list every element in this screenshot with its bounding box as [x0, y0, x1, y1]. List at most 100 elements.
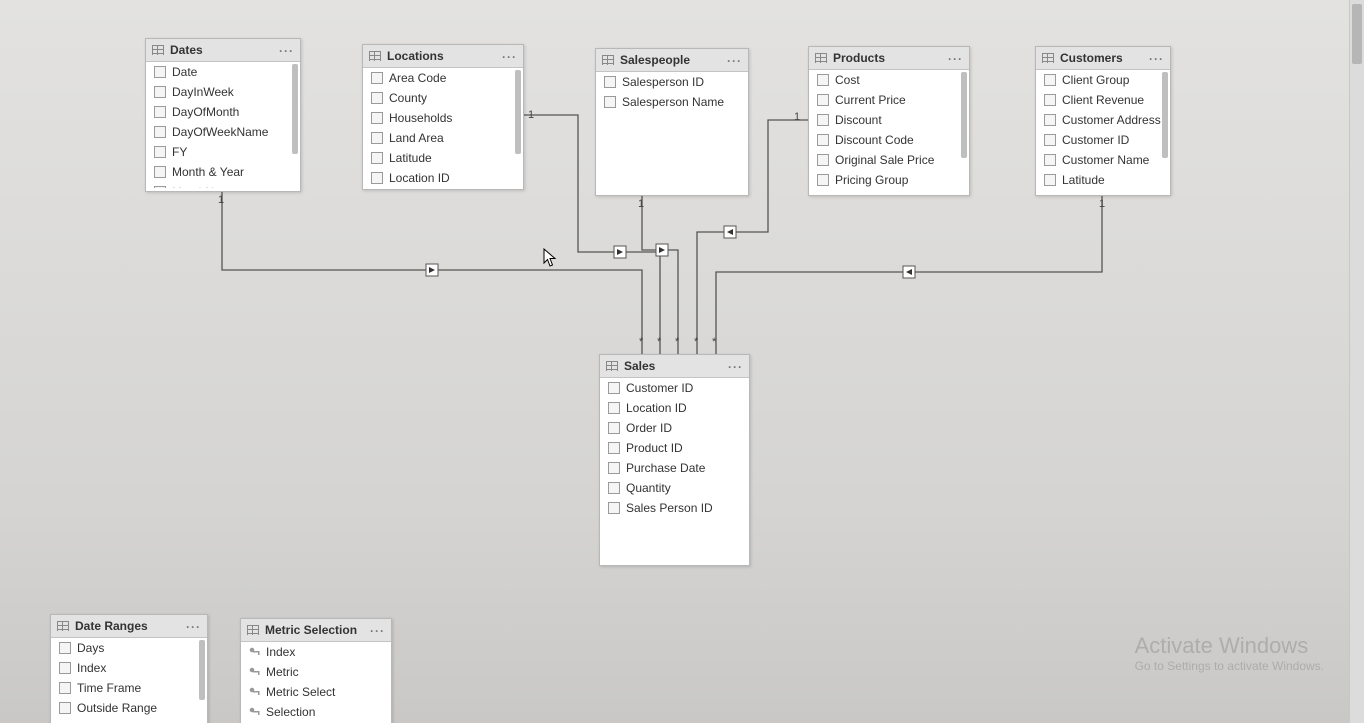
- column-icon: [1044, 154, 1056, 166]
- table-title: Customers: [1060, 51, 1123, 65]
- field-row[interactable]: Customer ID: [1036, 130, 1170, 150]
- table-header[interactable]: Dates···: [146, 39, 300, 62]
- table-locations[interactable]: Locations···Area Code County HouseholdsLan…: [362, 44, 524, 190]
- field-row[interactable]: Pricing Group: [809, 170, 969, 190]
- column-icon: [154, 146, 166, 158]
- table-header[interactable]: Metric Selection···: [241, 619, 391, 642]
- field-row[interactable]: Location ID: [600, 398, 749, 418]
- field-row[interactable]: Month & Year: [146, 162, 300, 182]
- column-icon: [371, 172, 383, 184]
- table-icon: [815, 53, 827, 63]
- field-row[interactable]: Metric Select: [241, 682, 391, 702]
- field-row[interactable]: DayOfMonth: [146, 102, 300, 122]
- table-menu-button[interactable]: ···: [727, 54, 742, 68]
- field-row[interactable]: DayInWeek: [146, 82, 300, 102]
- field-name: Location ID: [626, 401, 687, 415]
- field-row[interactable]: Customer ID: [600, 378, 749, 398]
- field-name: County: [389, 91, 427, 105]
- column-icon: [608, 382, 620, 394]
- field-row[interactable]: Customer Address: [1036, 110, 1170, 130]
- key-icon: [249, 687, 260, 698]
- field-row[interactable]: DayOfWeekName: [146, 122, 300, 142]
- table-header[interactable]: Salespeople···: [596, 49, 748, 72]
- table-title: Date Ranges: [75, 619, 148, 633]
- field-row[interactable]: Original Sale Price: [809, 150, 969, 170]
- model-canvas[interactable]: { "watermark": {"line1":"Activate Window…: [0, 0, 1364, 723]
- field-row[interactable]: MonthName: [146, 182, 300, 188]
- field-row[interactable]: Location ID: [363, 168, 523, 186]
- field-row[interactable]: Client Revenue: [1036, 90, 1170, 110]
- field-row[interactable]: Area Code: [363, 68, 523, 88]
- scrollbar-thumb[interactable]: [1352, 4, 1362, 64]
- table-menu-button[interactable]: ···: [728, 360, 743, 374]
- field-row[interactable]: Metric: [241, 662, 391, 682]
- field-row[interactable]: Days: [51, 638, 207, 658]
- list-scrollbar[interactable]: [515, 70, 521, 154]
- column-icon: [59, 662, 71, 674]
- table-header[interactable]: Sales···: [600, 355, 749, 378]
- table-header[interactable]: Date Ranges ···: [51, 615, 207, 638]
- table-menu-button[interactable]: ···: [1149, 52, 1164, 66]
- table-dateranges[interactable]: Date Ranges ··· DaysIndexTime FrameOutside…: [50, 614, 208, 723]
- table-header[interactable]: Customers ···: [1036, 47, 1170, 70]
- field-row[interactable]: Date: [146, 62, 300, 82]
- field-row[interactable]: Households: [363, 108, 523, 128]
- field-row[interactable]: Selection: [241, 702, 391, 722]
- field-row[interactable]: Order ID: [600, 418, 749, 438]
- column-icon: [154, 166, 166, 178]
- field-row[interactable]: Discount: [809, 110, 969, 130]
- column-icon: [817, 94, 829, 106]
- column-icon: [154, 106, 166, 118]
- table-header[interactable]: Locations···: [363, 45, 523, 68]
- table-sales[interactable]: Sales··· Customer ID Location ID Order IDPr…: [599, 354, 750, 566]
- field-row[interactable]: Discount Code: [809, 130, 969, 150]
- table-menu-button[interactable]: ···: [279, 44, 294, 58]
- field-row[interactable]: Cost: [809, 70, 969, 90]
- field-row[interactable]: Outside Range: [51, 698, 207, 718]
- table-icon: [602, 55, 614, 65]
- table-field-list: Client GroupClient RevenueCustomer Addre…: [1036, 70, 1170, 192]
- field-row[interactable]: Land Area: [363, 128, 523, 148]
- column-icon: [371, 132, 383, 144]
- list-scrollbar[interactable]: [292, 64, 298, 154]
- cardinality-one-label: 1: [1099, 198, 1105, 210]
- field-row[interactable]: Product ID: [600, 438, 749, 458]
- table-salespeople[interactable]: Salespeople···Salesperson IDSalesperson …: [595, 48, 749, 196]
- table-header[interactable]: Products ···: [809, 47, 969, 70]
- table-menu-button[interactable]: ···: [502, 50, 517, 64]
- field-row[interactable]: County: [363, 88, 523, 108]
- table-customers[interactable]: Customers···Client GroupClient RevenueCu…: [1035, 46, 1171, 196]
- field-row[interactable]: Index: [241, 642, 391, 662]
- vertical-scrollbar[interactable]: [1349, 0, 1364, 723]
- list-scrollbar[interactable]: [1162, 72, 1168, 158]
- field-row[interactable]: Salesperson Name: [596, 92, 748, 112]
- field-row[interactable]: FY: [146, 142, 300, 162]
- field-row[interactable]: Customer Name: [1036, 150, 1170, 170]
- field-row[interactable]: Sales Person ID: [600, 498, 749, 518]
- field-name: Customer ID: [626, 381, 693, 395]
- field-row[interactable]: Quantity: [600, 478, 749, 498]
- field-row[interactable]: Client Group: [1036, 70, 1170, 90]
- cardinality-many-label: *: [694, 336, 698, 348]
- table-menu-button[interactable]: ···: [370, 624, 385, 638]
- column-icon: [608, 422, 620, 434]
- table-menu-button[interactable]: ···: [948, 52, 963, 66]
- field-row[interactable]: Latitude: [1036, 170, 1170, 190]
- field-row[interactable]: Latitude: [363, 148, 523, 168]
- column-icon: [604, 96, 616, 108]
- table-dates[interactable]: Dates···DateDayInWeekDayOfMonthDayOfWeek…: [145, 38, 301, 192]
- column-icon: [371, 72, 383, 84]
- list-scrollbar[interactable]: [961, 72, 967, 158]
- field-row[interactable]: Salesperson ID: [596, 72, 748, 92]
- table-menu-button[interactable]: ···: [186, 620, 201, 634]
- column-icon: [1044, 174, 1056, 186]
- field-row[interactable]: Purchase Date: [600, 458, 749, 478]
- table-metricsel[interactable]: Metric Selection···IndexMetricMetric Sel…: [240, 618, 392, 723]
- table-icon: [152, 45, 164, 55]
- field-row[interactable]: Time Frame: [51, 678, 207, 698]
- field-row[interactable]: Index: [51, 658, 207, 678]
- table-title: Products: [833, 51, 885, 65]
- list-scrollbar[interactable]: [199, 640, 205, 700]
- table-products[interactable]: Products ··· CostCurrent PriceDiscountDisc…: [808, 46, 970, 196]
- field-row[interactable]: Current Price: [809, 90, 969, 110]
